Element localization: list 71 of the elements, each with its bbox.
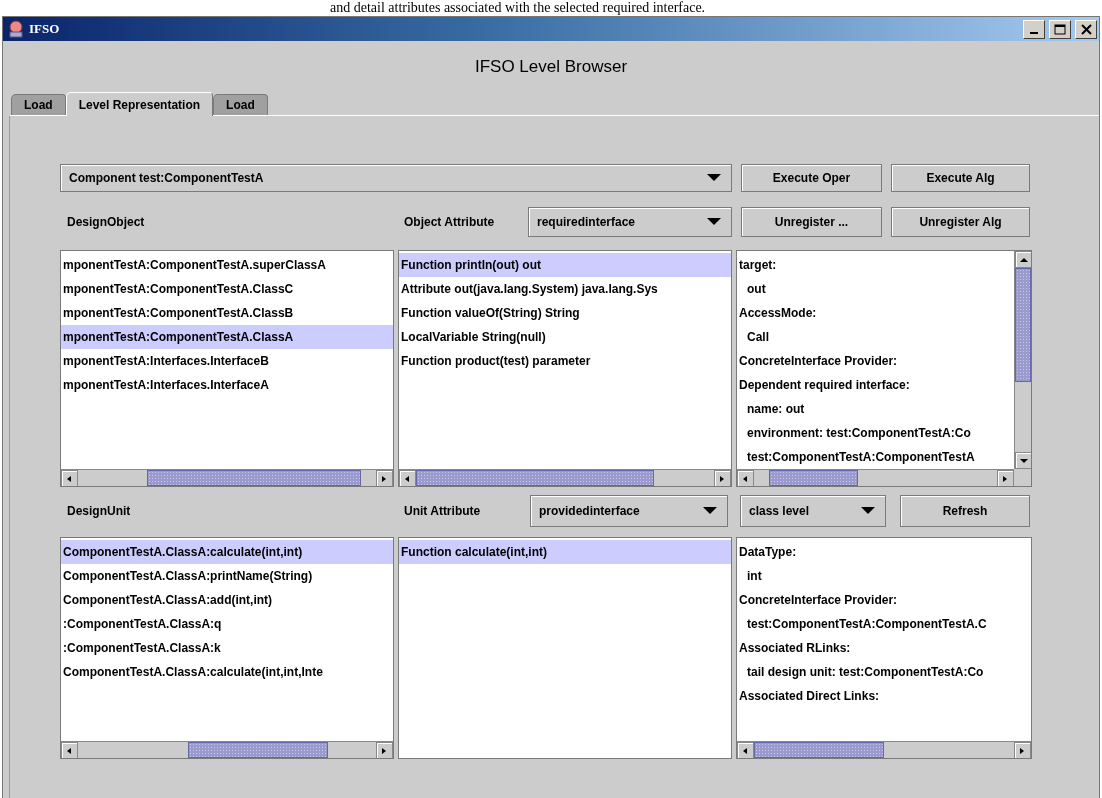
detail-value: name: out <box>746 401 806 418</box>
scrollbar-corner <box>1014 469 1031 486</box>
list-item[interactable]: mponentTestA:ComponentTestA.ClassB <box>61 301 393 325</box>
detail-heading: AccessMode: <box>738 305 818 322</box>
detail-value: int <box>746 568 763 585</box>
detail-heading: ConcreteInterface Provider: <box>738 592 899 609</box>
detail-value: tail design unit: test:ComponentTestA:Co <box>746 664 985 681</box>
dropdown-arrow-icon <box>707 174 721 182</box>
tab[interactable]: Load <box>11 94 66 115</box>
attribute-dropdown[interactable]: providedinterface <box>530 495 728 527</box>
detail-heading: ConcreteInterface Provider: <box>738 353 899 370</box>
unregister-button[interactable]: Unregister Alg <box>891 207 1030 237</box>
list-item[interactable]: LocalVariable String(null) <box>399 325 731 349</box>
list-item[interactable]: mponentTestA:Interfaces.InterfaceA <box>61 373 393 397</box>
detail-heading: target: <box>738 257 778 274</box>
tab[interactable]: Level Representation <box>65 92 214 116</box>
horizontal-scrollbar[interactable] <box>399 469 731 486</box>
dropdown-arrow-icon <box>703 507 717 515</box>
execute-button[interactable]: Execute Oper <box>741 164 882 192</box>
window-title: IFSO <box>29 21 61 37</box>
close-button[interactable] <box>1075 19 1097 39</box>
list-item[interactable]: :ComponentTestA.ClassA:k <box>61 636 393 660</box>
detail-heading: Dependent required interface: <box>738 377 911 394</box>
field-label: Unit Attribute <box>403 504 482 518</box>
vertical-scrollbar[interactable] <box>1014 251 1031 469</box>
horizontal-scrollbar[interactable] <box>737 469 1014 486</box>
detail-heading: Associated Direct Links: <box>738 688 881 705</box>
list-item[interactable]: Attribute out(java.lang.System) java.lang.Sys <box>399 277 731 301</box>
horizontal-scrollbar[interactable] <box>737 741 1031 758</box>
detail-value: test:ComponentTestA:ComponentTestA <box>746 449 976 466</box>
list-item[interactable]: ComponentTestA.ClassA:calculate(int,int,Inte <box>61 660 393 684</box>
list-item[interactable]: ComponentTestA.ClassA:add(int,int) <box>61 588 393 612</box>
list-item[interactable]: Function valueOf(String) String <box>399 301 731 325</box>
maximize-icon <box>1054 23 1066 35</box>
detail-value: environment: test:ComponentTestA:Co <box>746 425 972 442</box>
close-icon <box>1080 23 1092 35</box>
detail-value: test:ComponentTestA:ComponentTestA.C <box>746 616 988 633</box>
list-item[interactable]: mponentTestA:Interfaces.InterfaceB <box>61 349 393 373</box>
list-item[interactable]: mponentTestA:ComponentTestA.ClassA <box>61 325 393 349</box>
minimize-button[interactable] <box>1023 19 1045 39</box>
tab[interactable]: Load <box>213 94 268 115</box>
list-item[interactable]: mponentTestA:ComponentTestA.ClassC <box>61 277 393 301</box>
refresh-button[interactable]: Refresh <box>900 495 1030 527</box>
maximize-button[interactable] <box>1049 19 1071 39</box>
unregister-button[interactable]: Unregister ... <box>741 207 882 237</box>
list-item[interactable]: mponentTestA:ComponentTestA.superClassA <box>61 253 393 277</box>
detail-heading: DataType: <box>738 544 798 561</box>
field-label: Object Attribute <box>403 215 496 229</box>
list-item[interactable]: Function product(test) parameter <box>399 349 731 373</box>
section-label: DesignObject <box>66 215 146 229</box>
horizontal-scrollbar[interactable] <box>61 469 393 486</box>
list-item[interactable]: ComponentTestA.ClassA:printName(String) <box>61 564 393 588</box>
app-logo-icon <box>7 20 25 38</box>
execute-button[interactable]: Execute Alg <box>891 164 1030 192</box>
detail-heading: Associated RLinks: <box>738 640 852 657</box>
window-heading: IFSO Level Browser <box>473 56 629 78</box>
list-item[interactable]: ComponentTestA.ClassA:calculate(int,int) <box>61 540 393 564</box>
detail-value: out <box>746 281 767 298</box>
dropdown-arrow-icon <box>861 507 875 515</box>
detail-value: Call <box>746 329 770 346</box>
horizontal-scrollbar[interactable] <box>61 741 393 758</box>
minimize-icon <box>1030 32 1038 34</box>
attribute-dropdown[interactable]: requiredinterface <box>528 207 732 237</box>
document-caption: and detail attributes associated with the selected required interface. <box>329 0 707 16</box>
section-label: DesignUnit <box>66 504 132 518</box>
list-item[interactable]: :ComponentTestA.ClassA:q <box>61 612 393 636</box>
level-dropdown[interactable]: class level <box>740 495 886 527</box>
list-item[interactable]: Function println(out) out <box>399 253 731 277</box>
dropdown-arrow-icon <box>707 218 721 226</box>
component-dropdown[interactable]: Component test:ComponentTestA <box>60 164 732 192</box>
list-item[interactable]: Function calculate(int,int) <box>399 540 731 564</box>
